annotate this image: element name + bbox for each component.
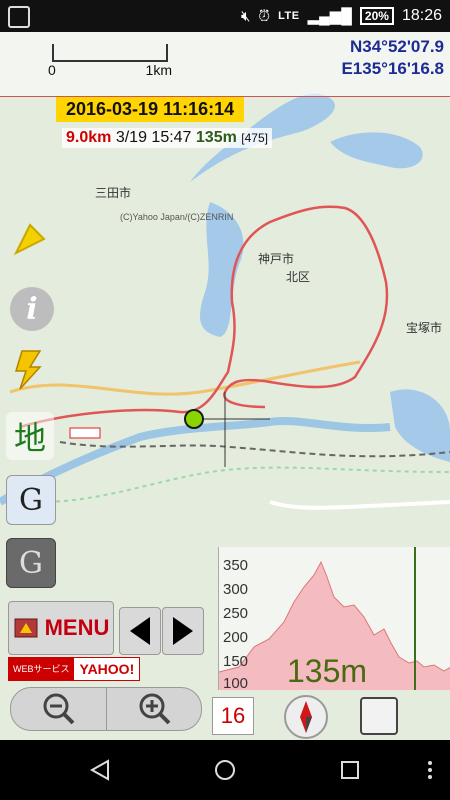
coordinates: N34°52'07.9 E135°16'16.8 xyxy=(341,36,444,80)
mute-icon: 🔇︎ xyxy=(240,7,251,25)
signal-fan-icon xyxy=(13,223,46,256)
yahoo-badge[interactable]: WEBサービス YAHOO! xyxy=(8,657,140,681)
place-label-takarazuka: 宝塚市 xyxy=(406,321,443,335)
map-type-button[interactable]: 地 xyxy=(6,412,54,460)
flash-button[interactable] xyxy=(6,345,54,393)
scale-bar: 0 1km xyxy=(48,44,172,78)
y-tick-250: 250 xyxy=(223,605,249,622)
map-attribution: (C)Yahoo Japan/(C)ZENRIN xyxy=(120,212,234,222)
track-info: 9.0km 3/19 15:47 135m [475] xyxy=(62,128,272,148)
home-icon[interactable] xyxy=(213,758,237,782)
battery-level: 20% xyxy=(359,7,394,25)
signal-button[interactable] xyxy=(6,215,54,263)
current-altitude: 135m xyxy=(287,653,368,689)
google-map-icon: G xyxy=(19,482,43,518)
network-label: LTE xyxy=(278,10,300,22)
menu-label: MENU xyxy=(44,615,110,640)
google-satellite-icon: G xyxy=(19,545,43,581)
alarm-icon: ⏰︎ xyxy=(258,7,271,25)
y-tick-300: 300 xyxy=(223,581,249,598)
y-tick-100: 100 xyxy=(223,675,249,692)
longitude: E135°16'16.8 xyxy=(341,59,444,78)
info-icon: i xyxy=(26,291,38,327)
scale-right: 1km xyxy=(145,62,172,78)
lightning-icon xyxy=(14,350,42,390)
menu-button[interactable]: MENU xyxy=(8,601,114,655)
zoom-in-button[interactable] xyxy=(106,688,202,730)
more-icon[interactable] xyxy=(418,758,442,782)
track-time: 3/19 15:47 xyxy=(115,129,192,146)
zoom-control xyxy=(10,687,202,731)
back-icon[interactable] xyxy=(88,758,112,782)
google-map-button[interactable]: G xyxy=(6,475,56,525)
menu-icon xyxy=(14,618,38,638)
scale-left: 0 xyxy=(48,62,56,78)
compass-icon xyxy=(300,701,312,733)
next-button[interactable] xyxy=(162,607,204,655)
arrow-left-icon xyxy=(130,617,150,645)
status-bar: 🔇︎ ⏰︎ LTE ▂▄▆█ 20% 18:26 xyxy=(0,0,450,32)
track-point-count: [475] xyxy=(241,131,268,145)
place-label-kobe: 神戸市 xyxy=(258,252,295,266)
yahoo-brand: YAHOO! xyxy=(79,661,135,677)
altitude-profile: 350 300 250 200 150 100 135m xyxy=(218,547,450,692)
zoom-out-icon xyxy=(43,693,74,725)
compass-button[interactable] xyxy=(284,695,328,739)
y-tick-200: 200 xyxy=(223,629,249,646)
stop-button[interactable] xyxy=(360,697,398,735)
zoom-in-icon xyxy=(139,693,170,725)
zoom-level: 16 xyxy=(212,697,254,735)
web-service-label: WEBサービス xyxy=(9,658,74,680)
track-distance: 9.0km xyxy=(66,129,112,146)
info-button[interactable]: i xyxy=(10,287,54,331)
y-tick-350: 350 xyxy=(223,557,249,574)
place-label-sanda: 三田市 xyxy=(95,186,132,200)
recents-icon[interactable] xyxy=(338,758,362,782)
arrow-right-icon xyxy=(173,617,193,645)
map-kanji-icon: 地 xyxy=(13,419,46,457)
y-tick-150: 150 xyxy=(223,653,249,670)
signal-icon: ▂▄▆█ xyxy=(307,8,352,25)
clock: 18:26 xyxy=(401,7,442,24)
latitude: N34°52'07.9 xyxy=(349,37,444,56)
zoom-out-button[interactable] xyxy=(11,688,106,730)
place-label-kita: 北区 xyxy=(286,270,311,284)
gallery-icon xyxy=(8,6,30,28)
navigation-bar xyxy=(0,740,450,800)
google-satellite-button[interactable]: G xyxy=(6,538,56,588)
log-datetime: 2016-03-19 11:16:14 xyxy=(56,97,245,122)
status-icons: 🔇︎ ⏰︎ LTE ▂▄▆█ 20% 18:26 xyxy=(241,5,442,27)
prev-button[interactable] xyxy=(119,607,161,655)
track-altitude: 135m xyxy=(195,129,237,146)
